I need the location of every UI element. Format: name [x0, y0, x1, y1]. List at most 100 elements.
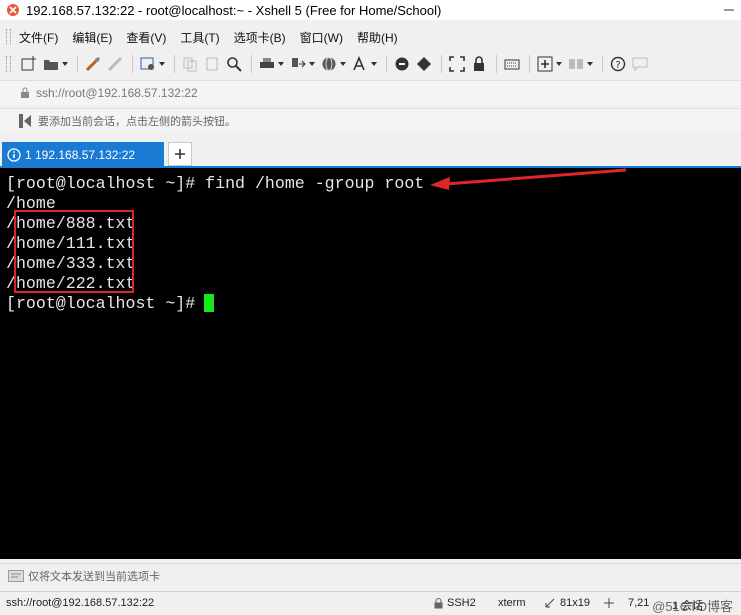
plus-icon [175, 149, 185, 159]
paste-button[interactable] [202, 53, 222, 75]
terminal-prompt: [root@localhost ~]# [6, 294, 206, 313]
toolbar-separator [386, 55, 387, 73]
find-icon [227, 57, 242, 72]
lock-icon [474, 56, 484, 71]
menu-help[interactable]: 帮助(H) [357, 29, 398, 46]
properties-icon [140, 57, 154, 70]
menu-file[interactable]: 文件(F) [19, 29, 58, 46]
open-button[interactable] [41, 53, 70, 75]
info-icon [7, 148, 21, 162]
menu-tools[interactable]: 工具(T) [180, 29, 219, 46]
tab-label: 1 192.168.57.132:22 [25, 148, 136, 162]
transfer-icon [292, 58, 306, 68]
status-size: 81x19 [560, 597, 590, 609]
xftp-button[interactable] [392, 53, 412, 75]
help-icon: ? [610, 56, 626, 72]
disconnect-icon [107, 56, 123, 72]
status-terminal-type: xterm [498, 597, 526, 609]
comment-button[interactable] [630, 53, 650, 75]
status-position: 7,21 [628, 597, 650, 609]
print-icon [260, 58, 274, 68]
fullscreen-button[interactable] [447, 53, 467, 75]
tab-session[interactable]: 1 192.168.57.132:22 [2, 142, 164, 168]
send-text-icon[interactable] [8, 570, 24, 582]
new-tab-button[interactable] [168, 142, 192, 166]
send-bar-text: 仅将文本发送到当前选项卡 [28, 571, 160, 583]
fullscreen-icon [449, 56, 465, 72]
lock-icon [21, 87, 29, 98]
new-session-button[interactable] [19, 53, 39, 75]
menu-tabs[interactable]: 选项卡(B) [234, 29, 286, 46]
toolbar-separator [529, 55, 530, 73]
address-input[interactable]: ssh://root@192.168.57.132:22 [36, 86, 198, 100]
address-bar: ssh://root@192.168.57.132:22 [0, 80, 741, 105]
title-bar: 192.168.57.132:22 - root@localhost:~ - X… [0, 0, 741, 20]
toolbar-separator [441, 55, 442, 73]
terminal-area[interactable]: [root@localhost ~]# find /home -group ro… [0, 168, 741, 559]
chevron-down-icon [371, 62, 377, 66]
status-bar: ssh://root@192.168.57.132:22 SSH2 xterm … [0, 591, 741, 614]
disconnect-button[interactable] [105, 53, 125, 75]
add-pane-button[interactable] [535, 53, 564, 75]
toolbar: ? [0, 50, 741, 78]
chevron-down-icon [556, 62, 562, 66]
find-button[interactable] [224, 53, 244, 75]
minimize-button[interactable] [717, 0, 741, 20]
toolbar-separator [77, 55, 78, 73]
transfer-button[interactable] [288, 53, 317, 75]
font-icon [353, 56, 365, 71]
tab-bar: 1 192.168.57.132:22 [0, 138, 741, 168]
chevron-down-icon [587, 62, 593, 66]
send-bar: 仅将文本发送到当前选项卡 [0, 563, 741, 588]
connect-button[interactable] [83, 53, 103, 75]
session-hint-bar: 要添加当前会话，点击左侧的箭头按钮。 [0, 108, 741, 133]
add-session-arrow-icon[interactable] [18, 113, 32, 129]
open-folder-icon [44, 60, 58, 70]
properties-button[interactable] [138, 53, 167, 75]
xftp-icon [395, 57, 409, 71]
status-protocol: SSH2 [447, 597, 476, 609]
xmanager-button[interactable] [414, 53, 434, 75]
annotation-box [14, 210, 134, 293]
menu-grip [6, 29, 11, 45]
paste-icon [206, 57, 218, 71]
copy-button[interactable] [180, 53, 200, 75]
xmanager-icon [417, 57, 431, 71]
toolbar-separator [132, 55, 133, 73]
toolbar-separator [251, 55, 252, 73]
minimize-icon [724, 9, 734, 11]
toolbar-separator [174, 55, 175, 73]
window-controls [717, 0, 741, 20]
toolbar-separator [496, 55, 497, 73]
font-button[interactable] [350, 53, 379, 75]
chevron-down-icon [340, 62, 346, 66]
session-hint-text: 要添加当前会话，点击左侧的箭头按钮。 [38, 116, 236, 128]
annotation-arrow-icon [430, 168, 627, 190]
menu-window[interactable]: 窗口(W) [300, 29, 343, 46]
resize-icon [545, 598, 555, 608]
chevron-down-icon [62, 62, 68, 66]
lock-icon [434, 598, 443, 609]
terminal-line: [root@localhost ~]# find /home -group ro… [6, 174, 425, 193]
svg-text:?: ? [615, 60, 620, 71]
toolbar-grip [6, 56, 11, 72]
watermark: @51CTO博客 [652, 599, 733, 614]
help-button[interactable]: ? [608, 53, 628, 75]
globe-icon [322, 57, 336, 71]
window-title: 192.168.57.132:22 - root@localhost:~ - X… [26, 2, 442, 18]
globe-button[interactable] [319, 53, 348, 75]
print-button[interactable] [257, 53, 286, 75]
lock-button[interactable] [469, 53, 489, 75]
keyboard-button[interactable] [502, 53, 522, 75]
layout-icon [569, 59, 583, 69]
comment-icon [632, 57, 648, 72]
menu-edit[interactable]: 编辑(E) [72, 29, 112, 46]
copy-icon [183, 57, 197, 72]
menu-view[interactable]: 查看(V) [126, 29, 166, 46]
layout-button[interactable] [566, 53, 595, 75]
connect-icon [85, 56, 101, 72]
xshell-logo-icon [7, 4, 19, 16]
new-session-icon [21, 56, 36, 71]
terminal-cursor [204, 294, 214, 312]
chevron-down-icon [309, 62, 315, 66]
